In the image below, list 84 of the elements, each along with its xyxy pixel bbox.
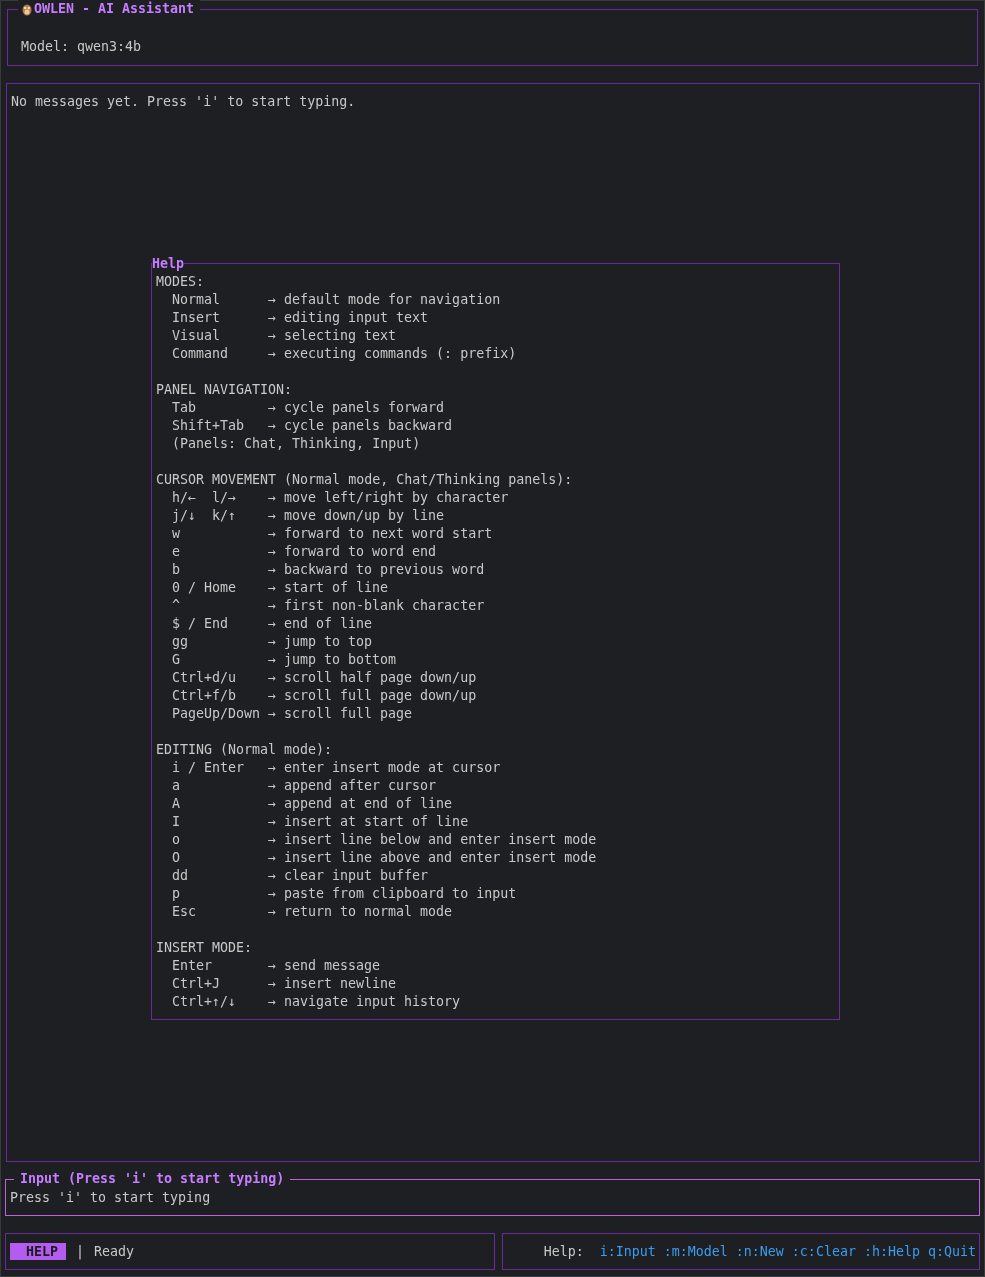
shortcut-hint: :n:New bbox=[735, 1242, 784, 1261]
key-binding: Shift+Tab bbox=[172, 416, 246, 435]
key-binding: a bbox=[172, 776, 181, 795]
key-action: → scroll full page bbox=[268, 704, 413, 723]
status-text: Ready bbox=[94, 1242, 135, 1261]
key-binding: Normal bbox=[172, 290, 222, 309]
key-binding: ^ bbox=[172, 596, 181, 615]
key-binding: Visual bbox=[172, 326, 222, 345]
key-binding: 0 / Home bbox=[172, 578, 238, 597]
key-action: → forward to word end bbox=[268, 542, 437, 561]
section-heading: CURSOR MOVEMENT (Normal mode, Chat/Thinking panels): bbox=[156, 470, 574, 489]
key-action: → move down/up by line bbox=[268, 506, 445, 525]
key-action: → scroll full page down/up bbox=[268, 686, 477, 705]
key-action: → selecting text bbox=[268, 326, 397, 345]
mode-badge: HELP bbox=[10, 1243, 67, 1261]
key-binding: i / Enter bbox=[172, 758, 246, 777]
model-label: Model: qwen3:4b bbox=[21, 38, 143, 56]
key-binding: gg bbox=[172, 632, 189, 651]
key-action: → default mode for navigation bbox=[268, 290, 501, 309]
key-action: → insert line above and enter insert mode bbox=[268, 848, 597, 867]
separator: | bbox=[76, 1242, 85, 1261]
key-binding: Tab bbox=[172, 398, 198, 417]
key-binding: p bbox=[172, 884, 181, 903]
section-heading: INSERT MODE: bbox=[156, 938, 254, 957]
key-binding: Ctrl+J bbox=[172, 974, 222, 993]
key-action: → jump to top bbox=[268, 632, 373, 651]
key-action: → append at end of line bbox=[268, 794, 453, 813]
key-binding: I bbox=[172, 812, 181, 831]
key-binding: A bbox=[172, 794, 181, 813]
key-action: → cycle panels forward bbox=[268, 398, 445, 417]
owl-icon bbox=[22, 2, 32, 16]
help-title: Help bbox=[152, 254, 185, 273]
key-binding: e bbox=[172, 542, 181, 561]
key-binding: Ctrl+↑/↓ bbox=[172, 992, 238, 1011]
section-heading: EDITING (Normal mode): bbox=[156, 740, 334, 759]
key-binding: Command bbox=[172, 344, 230, 363]
key-action: → insert line below and enter insert mode bbox=[268, 830, 597, 849]
key-action: → append after cursor bbox=[268, 776, 437, 795]
key-action: → insert at start of line bbox=[268, 812, 469, 831]
key-action: → editing input text bbox=[268, 308, 429, 327]
key-action: → enter insert mode at cursor bbox=[268, 758, 501, 777]
key-action: → jump to bottom bbox=[268, 650, 397, 669]
app-title: OWLEN - AI Assistant bbox=[34, 0, 195, 18]
key-binding: Ctrl+f/b bbox=[172, 686, 238, 705]
key-binding: Enter bbox=[172, 956, 214, 975]
key-action: → clear input buffer bbox=[268, 866, 429, 885]
key-action: → forward to next word start bbox=[268, 524, 493, 543]
key-action: → navigate input history bbox=[268, 992, 461, 1011]
key-binding: j/↓ k/↑ bbox=[172, 506, 238, 525]
key-action: → insert newline bbox=[268, 974, 397, 993]
key-action: → backward to previous word bbox=[268, 560, 485, 579]
shortcut-hint: :m:Model bbox=[663, 1242, 728, 1261]
key-binding: Ctrl+d/u bbox=[172, 668, 238, 687]
key-binding: w bbox=[172, 524, 181, 543]
key-action: → start of line bbox=[268, 578, 389, 597]
shortcut-hint: :h:Help bbox=[863, 1242, 920, 1261]
key-action: → scroll half page down/up bbox=[268, 668, 477, 687]
key-binding: h/← l/→ bbox=[172, 488, 238, 507]
key-binding: Esc bbox=[172, 902, 198, 921]
key-binding: Insert bbox=[172, 308, 222, 327]
key-action: → return to normal mode bbox=[268, 902, 453, 921]
key-action: → executing commands (: prefix) bbox=[268, 344, 517, 363]
shortcut-hint: i:Input bbox=[599, 1242, 656, 1261]
key-action: → move left/right by character bbox=[268, 488, 509, 507]
help-note: (Panels: Chat, Thinking, Input) bbox=[172, 434, 421, 453]
key-binding: $ / End bbox=[172, 614, 230, 633]
key-binding: o bbox=[172, 830, 181, 849]
section-heading: PANEL NAVIGATION: bbox=[156, 380, 294, 399]
key-action: → end of line bbox=[268, 614, 373, 633]
key-binding: G bbox=[172, 650, 181, 669]
section-heading: MODES: bbox=[156, 272, 206, 291]
key-binding: b bbox=[172, 560, 181, 579]
key-action: → send message bbox=[268, 956, 381, 975]
help-label: Help: bbox=[543, 1242, 584, 1261]
empty-chat-message: No messages yet. Press 'i' to start typing. bbox=[10, 92, 356, 111]
key-action: → first non-blank character bbox=[268, 596, 485, 615]
input-title: Input (Press 'i' to start typing) bbox=[14, 1170, 291, 1189]
key-action: → cycle panels backward bbox=[268, 416, 453, 435]
key-action: → paste from clipboard to input bbox=[268, 884, 517, 903]
shortcut-hint: q:Quit bbox=[927, 1242, 976, 1261]
key-binding: O bbox=[172, 848, 181, 867]
shortcut-hint: :c:Clear bbox=[791, 1242, 856, 1261]
key-binding: dd bbox=[172, 866, 189, 885]
key-binding: PageUp/Down bbox=[172, 704, 262, 723]
